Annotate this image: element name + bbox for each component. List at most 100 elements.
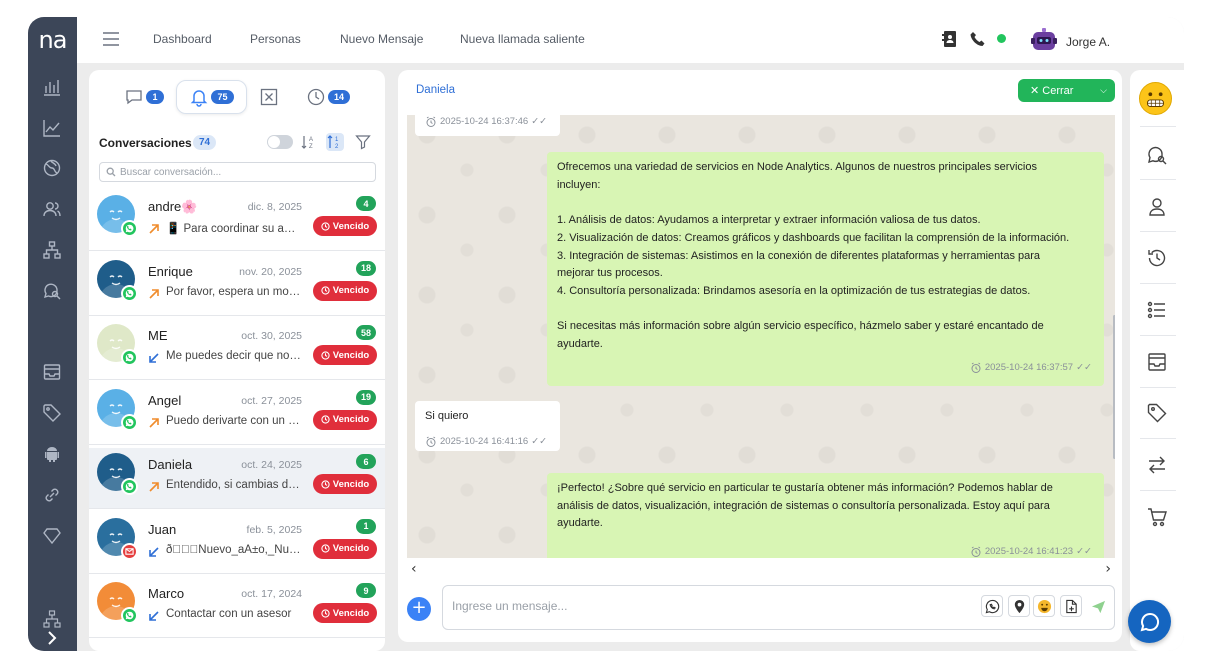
link-icon[interactable]	[42, 485, 62, 505]
unread-count-badge: 18	[355, 260, 376, 276]
tab-chats[interactable]: 1	[121, 80, 167, 114]
emoji-picker-icon[interactable]	[1033, 595, 1055, 617]
left-sidebar: na	[28, 17, 77, 651]
app-logo[interactable]: na	[28, 17, 77, 63]
contact-name: Angel	[148, 392, 182, 408]
rail-separator	[1140, 335, 1176, 336]
user-profile-icon[interactable]	[1146, 196, 1168, 218]
filter-icon[interactable]	[354, 133, 372, 151]
history-icon[interactable]	[1146, 247, 1168, 269]
tab-history[interactable]: 14	[303, 80, 353, 114]
line-chart-icon[interactable]	[42, 118, 62, 138]
tag-icon[interactable]	[1146, 402, 1168, 424]
chat-contact-name[interactable]: Daniela	[416, 84, 455, 96]
sitemap-icon[interactable]	[42, 609, 62, 629]
chevron-right-icon[interactable]	[42, 629, 62, 649]
tag-icon[interactable]	[42, 403, 62, 423]
message-area: 2025-10-24 16:37:46 ✓✓ Ofrecemos una vari…	[407, 115, 1115, 558]
clock-icon	[321, 608, 330, 618]
users-icon[interactable]	[42, 199, 62, 219]
scroll-right-icon[interactable]: ›	[1105, 561, 1111, 577]
expired-status-badge: Vencido	[313, 280, 377, 301]
vertical-scrollbar[interactable]	[1113, 315, 1115, 459]
close-button-label: ✕ Cerrar	[1030, 85, 1074, 97]
conversation-item[interactable]: Juan feb. 5, 2025 1 ð   Nuevo_aÃ±o,_Nuevos V…	[89, 512, 385, 574]
conversation-item[interactable]: andre🌸 dic. 8, 2025 4 📱 Para coordinar su a…	[89, 190, 385, 251]
contact-book-icon[interactable]	[941, 30, 959, 48]
sort-asc-icon[interactable]: 12	[326, 133, 344, 151]
nav-personas[interactable]: Personas	[250, 32, 301, 46]
inbox-icon[interactable]	[42, 362, 62, 382]
rail-separator	[1140, 283, 1176, 284]
horizontal-scrollbar[interactable]: ‹ ›	[407, 559, 1115, 579]
conversation-item[interactable]: ME oct. 30, 2025 58 Me puedes decir que no …	[89, 319, 385, 380]
chat-search-icon[interactable]	[42, 281, 62, 301]
nav-nueva-llamada[interactable]: Nueva llamada saliente	[460, 32, 585, 46]
clock-icon	[321, 286, 330, 295]
top-bar: Dashboard Personas Nuevo Mensaje Nueva l…	[77, 17, 1184, 63]
conversation-date: oct. 30, 2025	[241, 330, 302, 342]
whatsapp-template-icon[interactable]	[981, 595, 1003, 617]
user-avatar[interactable]	[1029, 26, 1059, 54]
conversations-title: Conversaciones	[99, 136, 192, 150]
message-preview: 📱 Para coordinar su agenda	[166, 223, 301, 235]
incoming-arrow-icon	[148, 609, 160, 621]
contact-name: andre🌸	[148, 199, 198, 214]
inbox-icon[interactable]	[1146, 351, 1168, 373]
tab-closed[interactable]	[255, 80, 283, 114]
email-channel-icon	[121, 542, 138, 560]
chevron-down-icon[interactable]: ⌵	[1100, 85, 1107, 96]
contact-name: Juan	[148, 521, 177, 537]
search-input[interactable]	[120, 166, 360, 178]
diamond-icon[interactable]	[42, 526, 62, 546]
outgoing-arrow-icon	[148, 416, 160, 428]
send-icon[interactable]	[1087, 595, 1109, 617]
bar-chart-icon[interactable]	[42, 77, 62, 97]
sort-desc-icon[interactable]: AZ	[300, 133, 318, 151]
scroll-left-icon[interactable]: ‹	[411, 561, 417, 577]
close-conversation-button[interactable]: ✕ Cerrar ⌵	[1018, 79, 1115, 102]
tab-notifications[interactable]: 75	[176, 80, 247, 114]
nav-dashboard[interactable]: Dashboard	[153, 32, 212, 46]
globe-icon[interactable]	[42, 158, 62, 178]
chat-search-icon[interactable]	[1146, 144, 1168, 166]
user-name[interactable]: Jorge A.	[1066, 35, 1110, 49]
conversation-item[interactable]: Marco oct. 17, 2024 9 Contactar con un ases…	[89, 577, 385, 638]
message-bubble-outgoing: ¡Perfecto! ¿Sobre qué servicio en partic…	[547, 473, 1104, 558]
tab-badge: 75	[211, 90, 234, 104]
chat-bubble-icon	[1140, 612, 1159, 631]
chat-bubble-icon	[126, 90, 142, 105]
filter-toggle[interactable]	[267, 135, 293, 149]
grimacing-face-icon[interactable]	[1139, 82, 1172, 115]
whatsapp-channel-icon	[121, 284, 138, 302]
incoming-arrow-icon	[148, 351, 160, 363]
conversation-date: feb. 5, 2025	[246, 523, 302, 536]
message-input[interactable]	[452, 599, 952, 613]
hierarchy-icon[interactable]	[42, 240, 62, 260]
message-timestamp: 2025-10-24 16:41:23 ✓✓	[970, 543, 1092, 558]
nav-nuevo-mensaje[interactable]: Nuevo Mensaje	[340, 32, 423, 46]
alarm-clock-icon	[426, 116, 436, 127]
phone-icon[interactable]	[969, 30, 987, 48]
list-icon[interactable]	[1146, 299, 1168, 321]
file-upload-icon[interactable]	[1060, 595, 1082, 617]
expired-status-badge: Vencido	[313, 603, 377, 623]
rail-separator	[1140, 126, 1176, 127]
outgoing-arrow-icon	[148, 480, 160, 492]
location-pin-icon[interactable]	[1008, 595, 1030, 617]
support-chat-button[interactable]	[1128, 600, 1171, 643]
menu-icon[interactable]	[102, 31, 120, 47]
conversation-date: oct. 17, 2024	[241, 588, 302, 600]
conversation-item[interactable]: Daniela oct. 24, 2025 6 Entendido, si cambi…	[89, 448, 385, 509]
clock-icon	[321, 544, 330, 553]
conversation-item[interactable]: Enrique nov. 20, 2025 18 Por favor, espera …	[89, 254, 385, 316]
cart-icon[interactable]	[1146, 506, 1168, 528]
clock-icon	[321, 479, 330, 489]
unread-count-badge: 19	[355, 389, 376, 405]
rail-separator	[1140, 231, 1176, 232]
android-icon[interactable]	[42, 444, 62, 464]
add-attachment-button[interactable]: +	[407, 597, 431, 621]
conversation-item[interactable]: Angel oct. 27, 2025 19 Puedo derivarte con …	[89, 383, 385, 445]
clock-icon	[307, 88, 325, 106]
transfer-icon[interactable]	[1146, 454, 1168, 476]
